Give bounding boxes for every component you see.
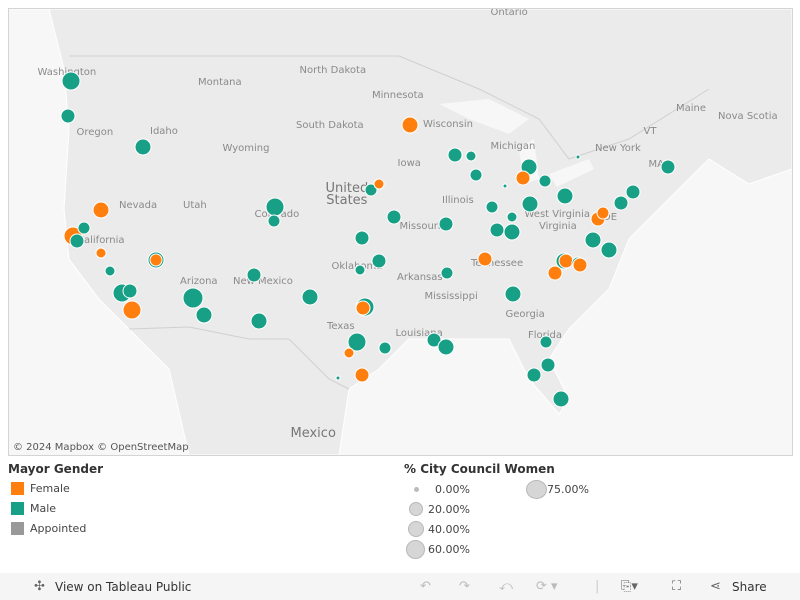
city-mark-female[interactable]	[149, 253, 163, 267]
map[interactable]: OntarioNorth DakotaMontanaMinnesotaWashi…	[8, 8, 793, 456]
size-60	[406, 540, 425, 559]
city-mark-male[interactable]	[267, 214, 281, 228]
city-mark-male[interactable]	[122, 283, 138, 299]
city-mark-male[interactable]	[469, 168, 483, 182]
city-mark-male[interactable]	[104, 265, 116, 277]
city-mark-male[interactable]	[506, 211, 518, 223]
size-40	[408, 521, 424, 537]
city-mark-female[interactable]	[373, 178, 385, 190]
city-mark-male[interactable]	[195, 306, 213, 324]
size-0	[414, 487, 419, 492]
city-mark-male[interactable]	[540, 357, 556, 373]
size-label: 20.00%	[428, 503, 470, 516]
city-mark-male[interactable]	[265, 197, 285, 217]
city-mark-male[interactable]	[378, 341, 392, 355]
city-mark-female[interactable]	[547, 265, 563, 281]
city-mark-male[interactable]	[437, 338, 455, 356]
size-label: 40.00%	[428, 523, 470, 536]
city-mark-female[interactable]	[92, 201, 110, 219]
city-mark-male[interactable]	[521, 195, 539, 213]
size-label: 0.00%	[435, 483, 470, 496]
swatch	[11, 502, 24, 515]
city-mark-male[interactable]	[69, 233, 85, 249]
legend-label: Appointed	[30, 522, 87, 535]
city-mark-male[interactable]	[502, 183, 508, 189]
city-mark-male[interactable]	[503, 223, 521, 241]
city-mark-male[interactable]	[584, 231, 602, 249]
legend-item-female[interactable]: Female	[11, 482, 70, 495]
city-mark-male[interactable]	[335, 375, 341, 381]
city-mark-male[interactable]	[438, 216, 454, 232]
city-mark-female[interactable]	[558, 253, 574, 269]
city-mark-male[interactable]	[371, 253, 387, 269]
tableau-icon: ✣	[34, 579, 45, 594]
divider: |	[595, 579, 600, 594]
city-mark-male[interactable]	[447, 147, 463, 163]
swatch	[11, 482, 24, 495]
city-mark-male[interactable]	[386, 209, 402, 225]
map-attribution[interactable]: © 2024 Mapbox © OpenStreetMap	[13, 442, 189, 453]
revert-icon[interactable]: ⤺	[499, 579, 513, 594]
city-mark-male[interactable]	[134, 138, 152, 156]
city-mark-male[interactable]	[613, 195, 629, 211]
city-mark-female[interactable]	[401, 116, 419, 134]
refresh-icon[interactable]: ⟳ ▾	[536, 579, 558, 594]
city-mark-female[interactable]	[515, 170, 531, 186]
size-75	[526, 480, 547, 499]
size-label: 75.00%	[547, 483, 589, 496]
city-mark-female[interactable]	[355, 300, 371, 316]
city-mark-male[interactable]	[538, 174, 552, 188]
legend-label: Male	[30, 502, 57, 515]
city-mark-female[interactable]	[596, 206, 610, 220]
city-mark-male[interactable]	[600, 241, 618, 259]
city-mark-female[interactable]	[572, 257, 588, 273]
city-mark-male[interactable]	[575, 154, 581, 160]
legend-item-male[interactable]: Male	[11, 502, 56, 515]
legend-gender-title: Mayor Gender	[8, 462, 104, 476]
city-mark-male[interactable]	[625, 184, 641, 200]
size-label: 60.00%	[428, 543, 470, 556]
city-mark-female[interactable]	[354, 367, 370, 383]
legend-size-title: % City Council Women	[404, 462, 555, 476]
legend-item-appointed[interactable]: Appointed	[11, 522, 86, 535]
city-mark-female[interactable]	[477, 251, 493, 267]
share-button[interactable]: Share	[732, 580, 767, 594]
city-mark-male[interactable]	[354, 264, 366, 276]
city-mark-male[interactable]	[552, 390, 570, 408]
city-mark-male[interactable]	[489, 222, 505, 238]
download-icon[interactable]: ⎘▾	[621, 579, 638, 594]
city-mark-male[interactable]	[301, 288, 319, 306]
city-mark-male[interactable]	[526, 367, 542, 383]
city-mark-male[interactable]	[250, 312, 268, 330]
city-mark-male[interactable]	[440, 266, 454, 280]
size-20	[409, 502, 423, 516]
city-mark-male[interactable]	[182, 287, 204, 309]
city-mark-male[interactable]	[485, 200, 499, 214]
city-mark-male[interactable]	[539, 335, 553, 349]
city-mark-male[interactable]	[354, 230, 370, 246]
city-mark-male[interactable]	[60, 108, 76, 124]
share-icon[interactable]: ⋖	[710, 579, 721, 594]
undo-icon[interactable]: ↶	[420, 579, 431, 594]
fullscreen-icon[interactable]: ⛶	[672, 579, 681, 594]
toolbar: ✣ View on Tableau Public ↶ ↷ ⤺ ⟳ ▾ | ⎘▾ …	[0, 573, 800, 600]
city-mark-male[interactable]	[246, 267, 262, 283]
city-mark-male[interactable]	[504, 285, 522, 303]
city-mark-female[interactable]	[95, 247, 107, 259]
city-mark-male[interactable]	[77, 221, 91, 235]
view-on-tableau-link[interactable]: View on Tableau Public	[55, 580, 191, 594]
city-mark-female[interactable]	[343, 347, 355, 359]
city-mark-female[interactable]	[122, 300, 142, 320]
city-mark-male[interactable]	[556, 187, 574, 205]
legend-label: Female	[30, 482, 70, 495]
swatch	[11, 522, 24, 535]
marks-layer	[60, 71, 676, 408]
city-mark-male[interactable]	[465, 150, 477, 162]
city-mark-male[interactable]	[61, 71, 81, 91]
city-mark-male[interactable]	[660, 159, 676, 175]
redo-icon[interactable]: ↷	[459, 579, 470, 594]
